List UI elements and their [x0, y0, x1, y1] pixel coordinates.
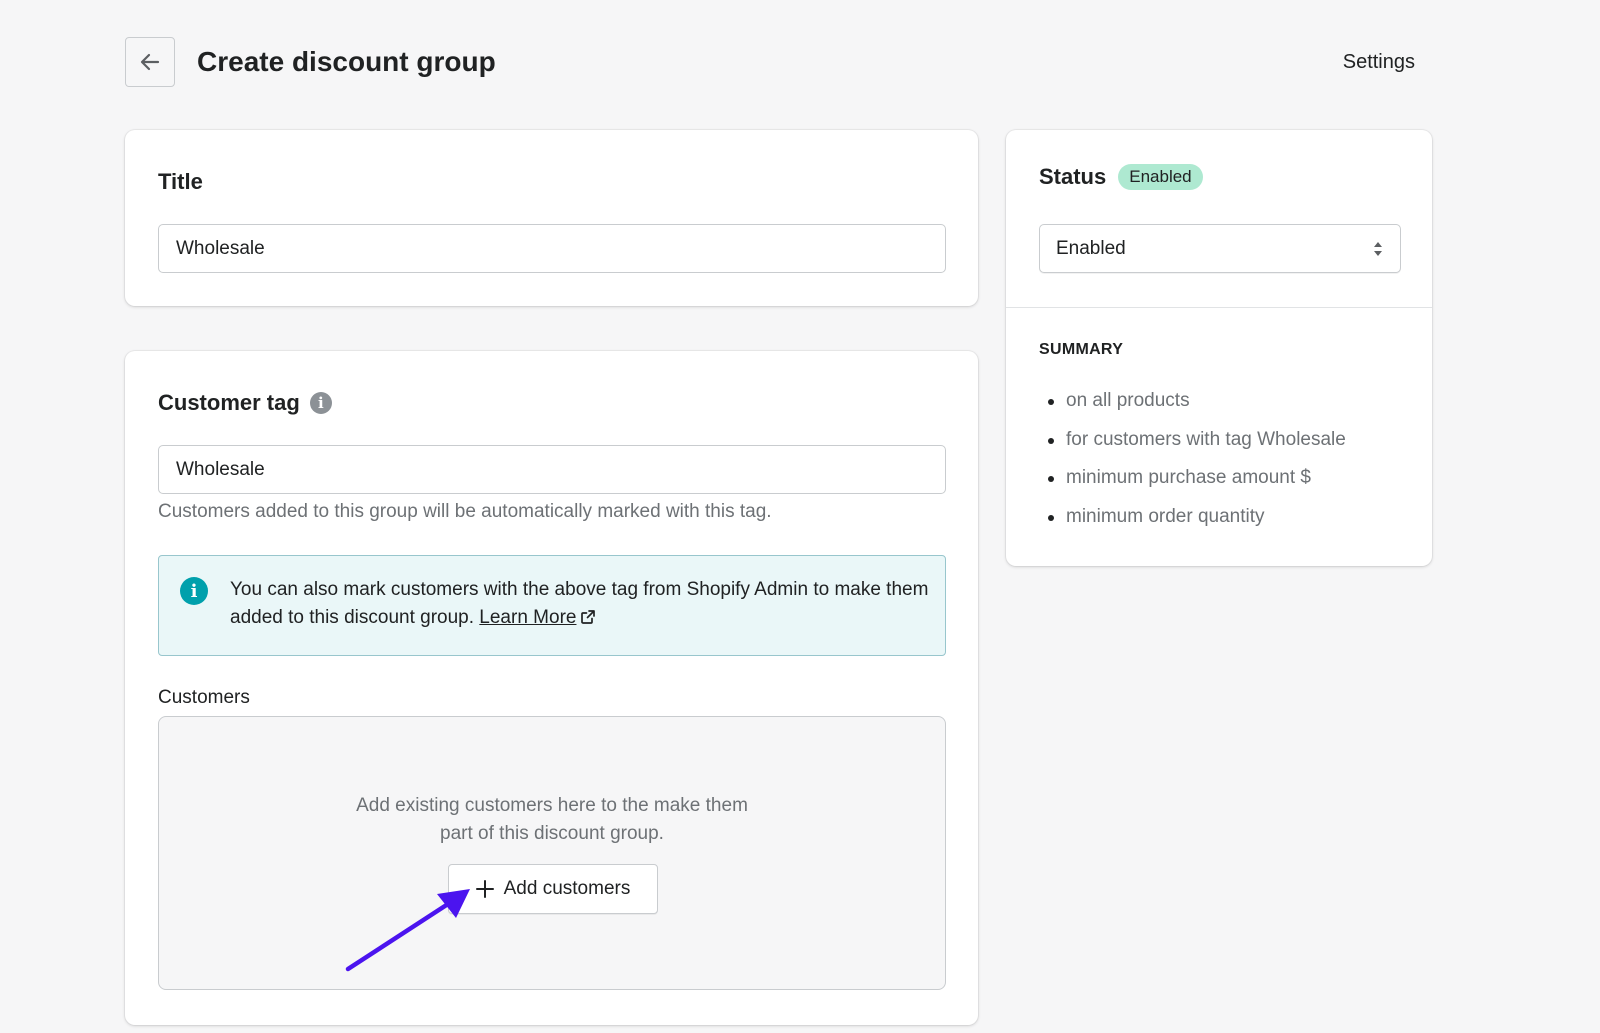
status-card: Status Enabled Enabled SUMMARY on all pr…: [1006, 130, 1432, 566]
info-banner: i You can also mark customers with the a…: [158, 555, 946, 656]
divider: [1006, 307, 1432, 308]
external-link-icon[interactable]: [580, 609, 596, 625]
customer-tag-help-text: Customers added to this group will be au…: [158, 501, 772, 522]
empty-state-text: Add existing customers here to the make …: [356, 795, 748, 844]
plus-icon: [475, 880, 494, 898]
title-input[interactable]: Wholesale: [158, 224, 946, 273]
page: Create discount group Settings Title Who…: [0, 0, 1600, 1033]
title-card: Title Wholesale: [125, 130, 978, 306]
customer-tag-card: Customer tag i Wholesale Customers added…: [125, 351, 978, 1025]
page-title: Create discount group: [197, 46, 496, 77]
banner-message: You can also mark customers with the abo…: [230, 579, 929, 628]
status-heading: Status: [1039, 164, 1107, 189]
summary-item: for customers with tag Wholesale: [1039, 421, 1346, 460]
learn-more-link[interactable]: Learn More: [479, 607, 576, 628]
customer-tag-heading-row: Customer tag i: [158, 389, 332, 417]
customer-tag-input[interactable]: Wholesale: [158, 445, 946, 494]
summary-item: minimum order quantity: [1039, 498, 1346, 537]
status-select[interactable]: Enabled: [1039, 224, 1401, 273]
add-customers-label: Add customers: [503, 878, 631, 899]
customer-tag-heading: Customer tag: [158, 390, 300, 415]
title-heading: Title: [158, 169, 203, 194]
back-button[interactable]: [125, 37, 175, 87]
add-customers-button[interactable]: Add customers: [448, 864, 658, 914]
summary-item: on all products: [1039, 382, 1346, 421]
info-icon: i: [180, 577, 208, 605]
summary-item: minimum purchase amount $: [1039, 459, 1346, 498]
banner-text: You can also mark customers with the abo…: [230, 576, 930, 632]
status-select-value: Enabled: [1056, 238, 1126, 259]
settings-link[interactable]: Settings: [1343, 49, 1415, 75]
arrow-left-icon: [140, 53, 160, 71]
customers-empty-state: Add existing customers here to the make …: [158, 716, 946, 990]
info-icon[interactable]: i: [309, 392, 332, 414]
summary-list: on all products for customers with tag W…: [1039, 382, 1346, 536]
summary-heading: SUMMARY: [1039, 341, 1124, 358]
select-arrows-icon: [1374, 242, 1382, 256]
status-heading-row: Status Enabled: [1039, 163, 1203, 191]
status-badge: Enabled: [1118, 164, 1203, 190]
customers-label: Customers: [158, 687, 250, 708]
